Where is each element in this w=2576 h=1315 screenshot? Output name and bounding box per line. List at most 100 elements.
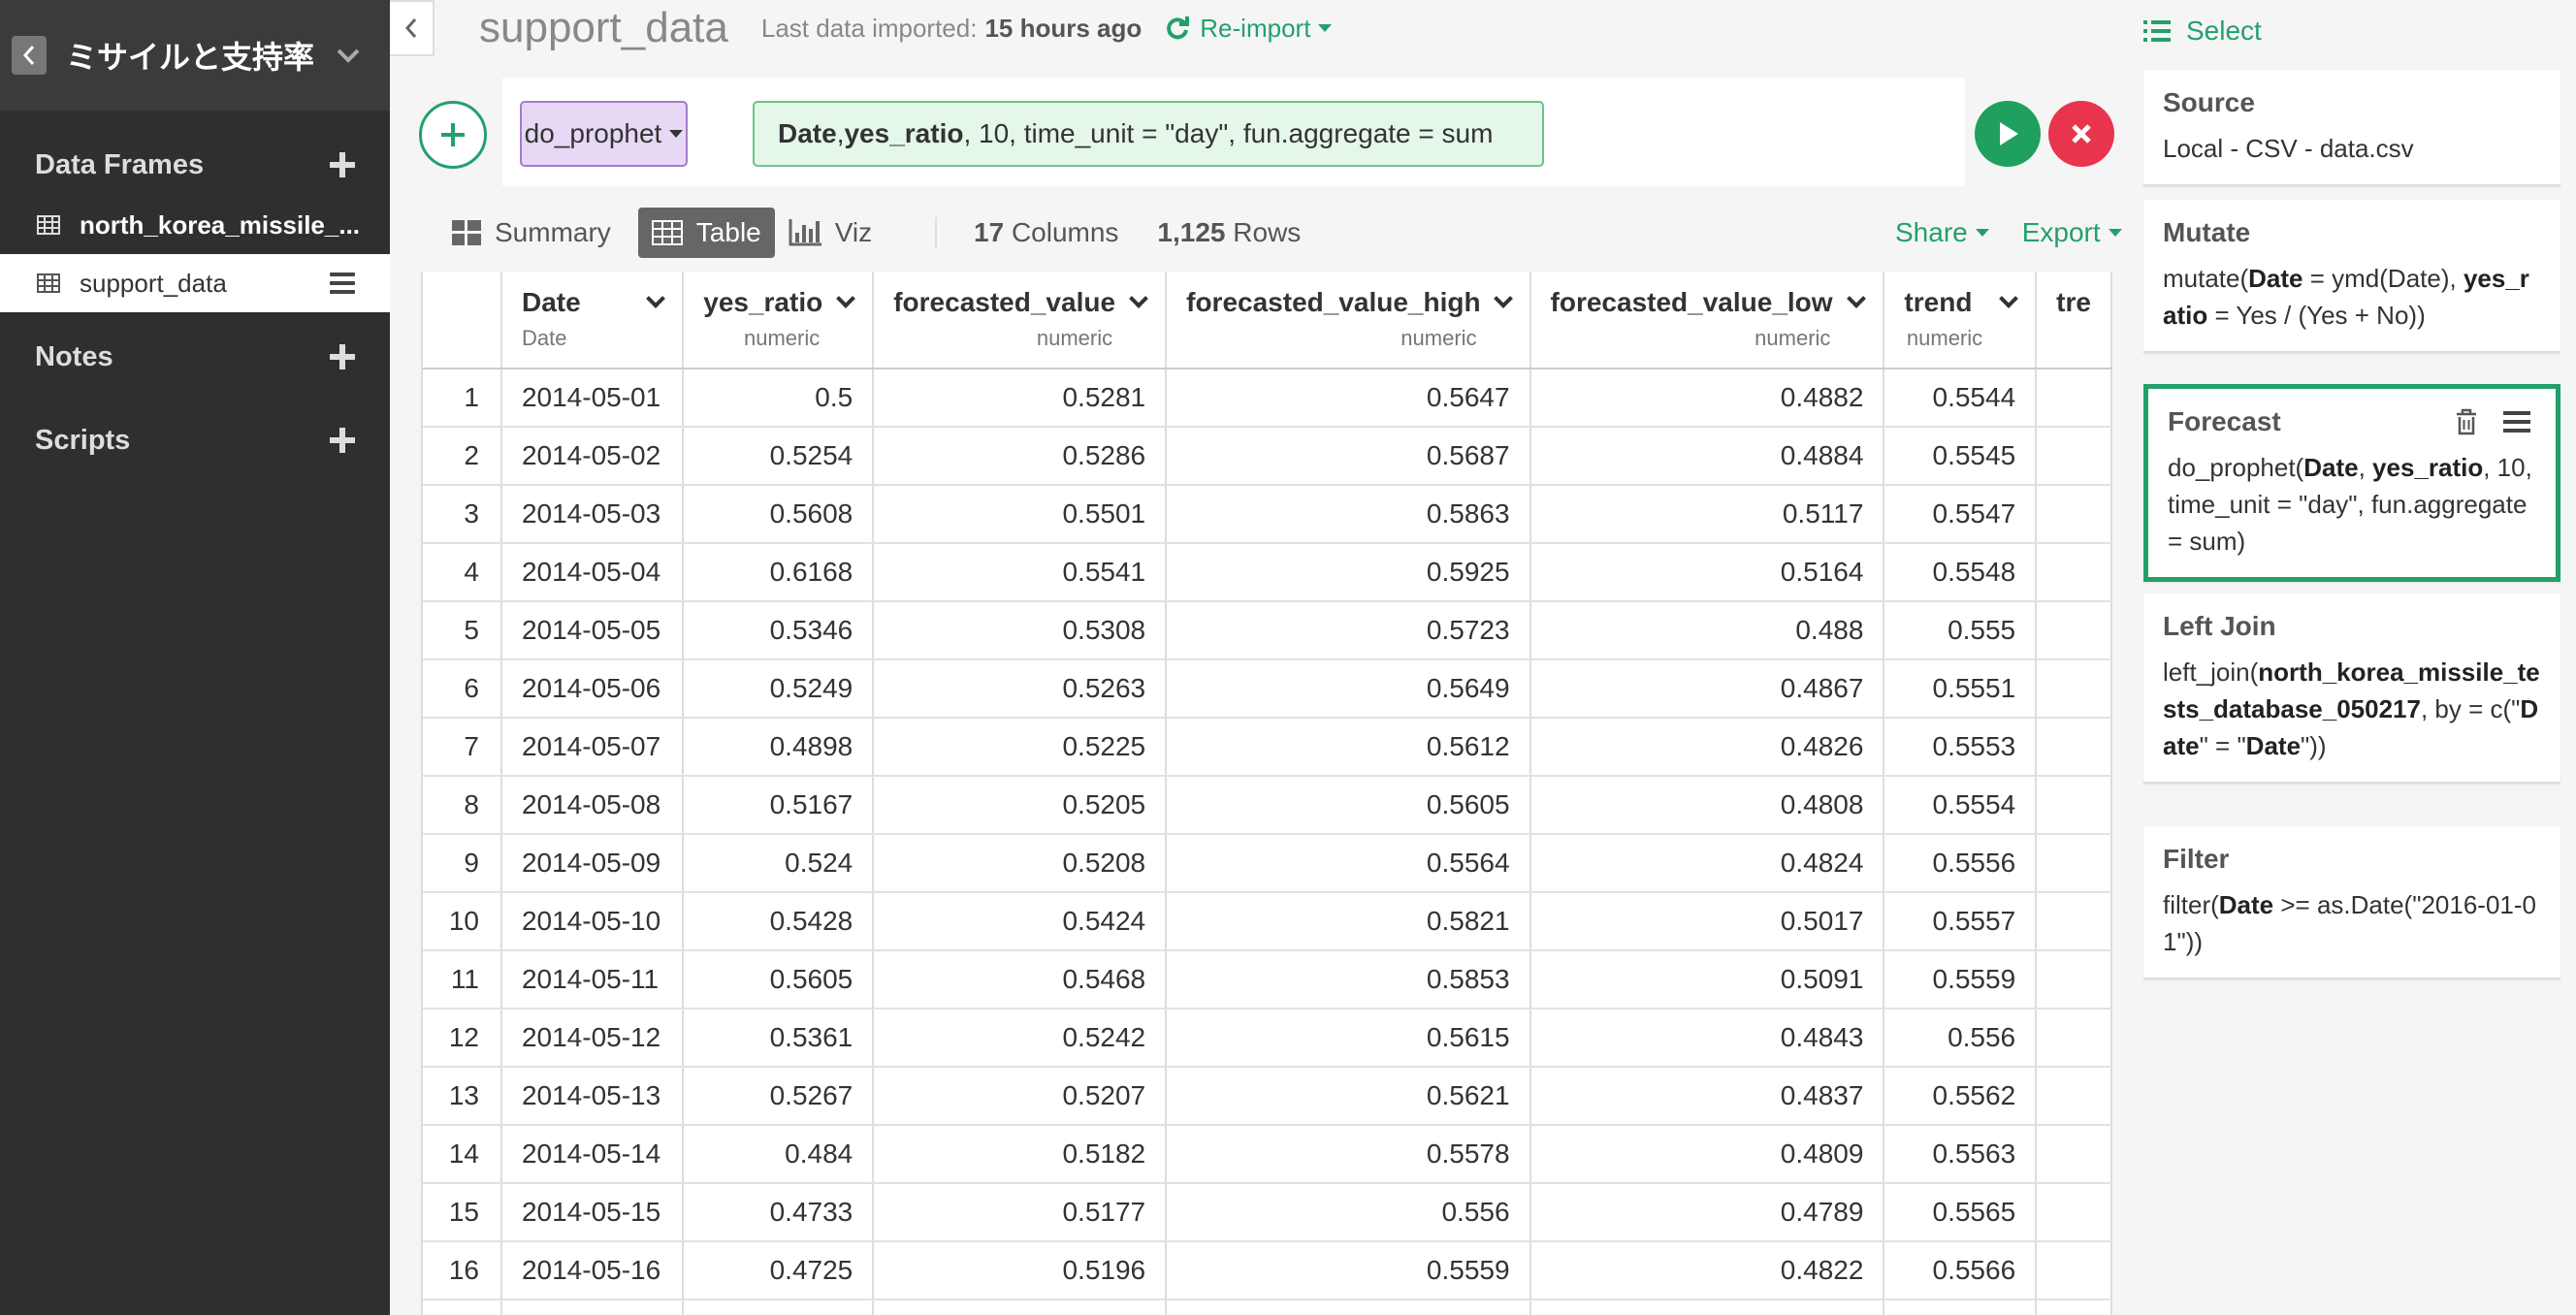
table-cell[interactable]: 0.5821 xyxy=(1166,892,1531,951)
table-cell[interactable]: 0.5308 xyxy=(873,601,1168,660)
table-cell[interactable]: 0.6168 xyxy=(683,543,875,602)
add-note-icon[interactable] xyxy=(330,344,355,369)
table-cell[interactable]: 0.5547 xyxy=(1884,485,2038,544)
table-cell[interactable]: 2014-05-07 xyxy=(500,718,685,777)
table-cell[interactable]: 0.4882 xyxy=(1530,369,1885,428)
table-cell[interactable]: 0.4898 xyxy=(683,718,875,777)
collapse-sidebar-button[interactable] xyxy=(390,0,435,56)
add-script-icon[interactable] xyxy=(330,428,355,453)
table-cell[interactable]: 0.4733 xyxy=(683,1183,875,1242)
table-cell[interactable]: 0.5564 xyxy=(1166,834,1531,893)
table-cell[interactable] xyxy=(2036,950,2112,1010)
table-cell[interactable]: 0.5559 xyxy=(1166,1241,1531,1300)
table-cell[interactable]: 0.5424 xyxy=(873,892,1168,951)
table-cell[interactable] xyxy=(2036,718,2112,777)
column-header-yes-ratio[interactable]: yes_ratio numeric xyxy=(683,272,875,369)
table-cell[interactable]: 0.5267 xyxy=(683,1067,875,1126)
table-cell[interactable] xyxy=(1166,1299,1531,1315)
table-cell[interactable]: 0.5863 xyxy=(1166,485,1531,544)
table-cell[interactable]: 0.4789 xyxy=(1530,1183,1885,1242)
reimport-button[interactable]: Re-import xyxy=(1165,14,1333,44)
chevron-down-icon[interactable] xyxy=(1847,289,1867,308)
table-cell[interactable]: 0.5554 xyxy=(1884,776,2038,835)
export-button[interactable]: Export xyxy=(2022,217,2122,248)
table-cell[interactable]: 0.4824 xyxy=(1530,834,1885,893)
table-cell[interactable] xyxy=(2036,1125,2112,1184)
table-cell[interactable]: 0.5551 xyxy=(1884,659,2038,719)
table-cell[interactable]: 2014-05-06 xyxy=(500,659,685,719)
chevron-down-icon[interactable] xyxy=(336,48,361,63)
chevron-down-icon[interactable] xyxy=(1493,289,1513,308)
table-cell[interactable]: 2014-05-09 xyxy=(500,834,685,893)
table-cell[interactable]: 0.5553 xyxy=(1884,718,2038,777)
tab-viz[interactable]: Viz xyxy=(775,208,886,258)
trash-icon[interactable] xyxy=(2455,408,2478,435)
table-cell[interactable]: 0.5242 xyxy=(873,1009,1168,1068)
table-cell[interactable]: 0.5566 xyxy=(1884,1241,2038,1300)
table-cell[interactable]: 0.5853 xyxy=(1166,950,1531,1010)
project-title[interactable]: ミサイルと支持率 xyxy=(66,33,336,78)
table-cell[interactable]: 0.5017 xyxy=(1530,892,1885,951)
table-cell[interactable] xyxy=(683,1299,875,1315)
table-cell[interactable]: 0.5548 xyxy=(1884,543,2038,602)
table-cell[interactable]: 0.5254 xyxy=(683,427,875,486)
command-name-dropdown[interactable]: do_prophet xyxy=(520,101,688,167)
table-cell[interactable] xyxy=(2036,834,2112,893)
column-header-trend[interactable]: trend numeric xyxy=(1884,272,2038,369)
table-cell[interactable]: 0.5205 xyxy=(873,776,1168,835)
tab-table[interactable]: Table xyxy=(637,208,775,258)
table-cell[interactable]: 0.5647 xyxy=(1166,369,1531,428)
table-cell[interactable] xyxy=(2036,485,2112,544)
table-cell[interactable]: 2014-05-14 xyxy=(500,1125,685,1184)
table-cell[interactable]: 0.5545 xyxy=(1884,427,2038,486)
column-header-forecasted-value-low[interactable]: forecasted_value_low numeric xyxy=(1530,272,1885,369)
table-cell[interactable]: 0.5286 xyxy=(873,427,1168,486)
share-button[interactable]: Share xyxy=(1895,217,1989,248)
table-cell[interactable]: 0.5468 xyxy=(873,950,1168,1010)
table-cell[interactable] xyxy=(2036,427,2112,486)
table-cell[interactable]: 0.5621 xyxy=(1166,1067,1531,1126)
menu-icon[interactable] xyxy=(2503,411,2530,433)
table-cell[interactable]: 0.4843 xyxy=(1530,1009,1885,1068)
table-cell[interactable]: 0.484 xyxy=(683,1125,875,1184)
data-frame-item-north-korea[interactable]: north_korea_missile_... xyxy=(0,196,390,254)
table-cell[interactable] xyxy=(2036,892,2112,951)
table-cell[interactable]: 0.5207 xyxy=(873,1067,1168,1126)
column-header-Date[interactable]: Date Date xyxy=(500,272,685,369)
chevron-down-icon[interactable] xyxy=(836,289,856,308)
table-cell[interactable]: 0.5249 xyxy=(683,659,875,719)
table-cell[interactable]: 0.4809 xyxy=(1530,1125,1885,1184)
cancel-button[interactable] xyxy=(2048,101,2114,167)
table-cell[interactable]: 2014-05-12 xyxy=(500,1009,685,1068)
table-cell[interactable] xyxy=(2036,1067,2112,1126)
table-cell[interactable]: 0.5608 xyxy=(683,485,875,544)
table-cell[interactable] xyxy=(2036,1299,2112,1315)
table-cell[interactable]: 0.5346 xyxy=(683,601,875,660)
table-cell[interactable]: 0.5605 xyxy=(683,950,875,1010)
table-cell[interactable]: 2014-05-10 xyxy=(500,892,685,951)
table-cell[interactable] xyxy=(2036,1241,2112,1300)
table-cell[interactable]: 0.5723 xyxy=(1166,601,1531,660)
table-cell[interactable]: 0.5196 xyxy=(873,1241,1168,1300)
table-cell[interactable]: 0.5563 xyxy=(1884,1125,2038,1184)
table-cell[interactable]: 0.556 xyxy=(1884,1009,2038,1068)
table-cell[interactable]: 2014-05-11 xyxy=(500,950,685,1010)
step-card-forecast[interactable]: Forecast do_prophet(Date, yes_ratio, 10, … xyxy=(2143,384,2560,582)
table-cell[interactable] xyxy=(873,1299,1168,1315)
table-cell[interactable]: 2014-05-01 xyxy=(500,369,685,428)
table-cell[interactable] xyxy=(2036,369,2112,428)
table-cell[interactable]: 0.5559 xyxy=(1884,950,2038,1010)
select-steps-button[interactable]: Select xyxy=(2143,16,2262,47)
table-cell[interactable]: 0.488 xyxy=(1530,601,1885,660)
step-card-source[interactable]: Source Local - CSV - data.csv xyxy=(2143,70,2560,186)
step-card-mutate[interactable]: Mutate mutate(Date = ymd(Date), yes_ratio… xyxy=(2143,200,2560,353)
table-cell[interactable]: 0.5925 xyxy=(1166,543,1531,602)
table-cell[interactable]: 0.5225 xyxy=(873,718,1168,777)
table-cell[interactable]: 0.555 xyxy=(1884,601,2038,660)
table-cell[interactable]: 0.5117 xyxy=(1530,485,1885,544)
table-cell[interactable]: 0.4837 xyxy=(1530,1067,1885,1126)
add-data-frame-icon[interactable] xyxy=(330,152,355,177)
table-cell[interactable]: 2014-05-16 xyxy=(500,1241,685,1300)
table-cell[interactable]: 2014-05-08 xyxy=(500,776,685,835)
table-cell[interactable] xyxy=(2036,659,2112,719)
